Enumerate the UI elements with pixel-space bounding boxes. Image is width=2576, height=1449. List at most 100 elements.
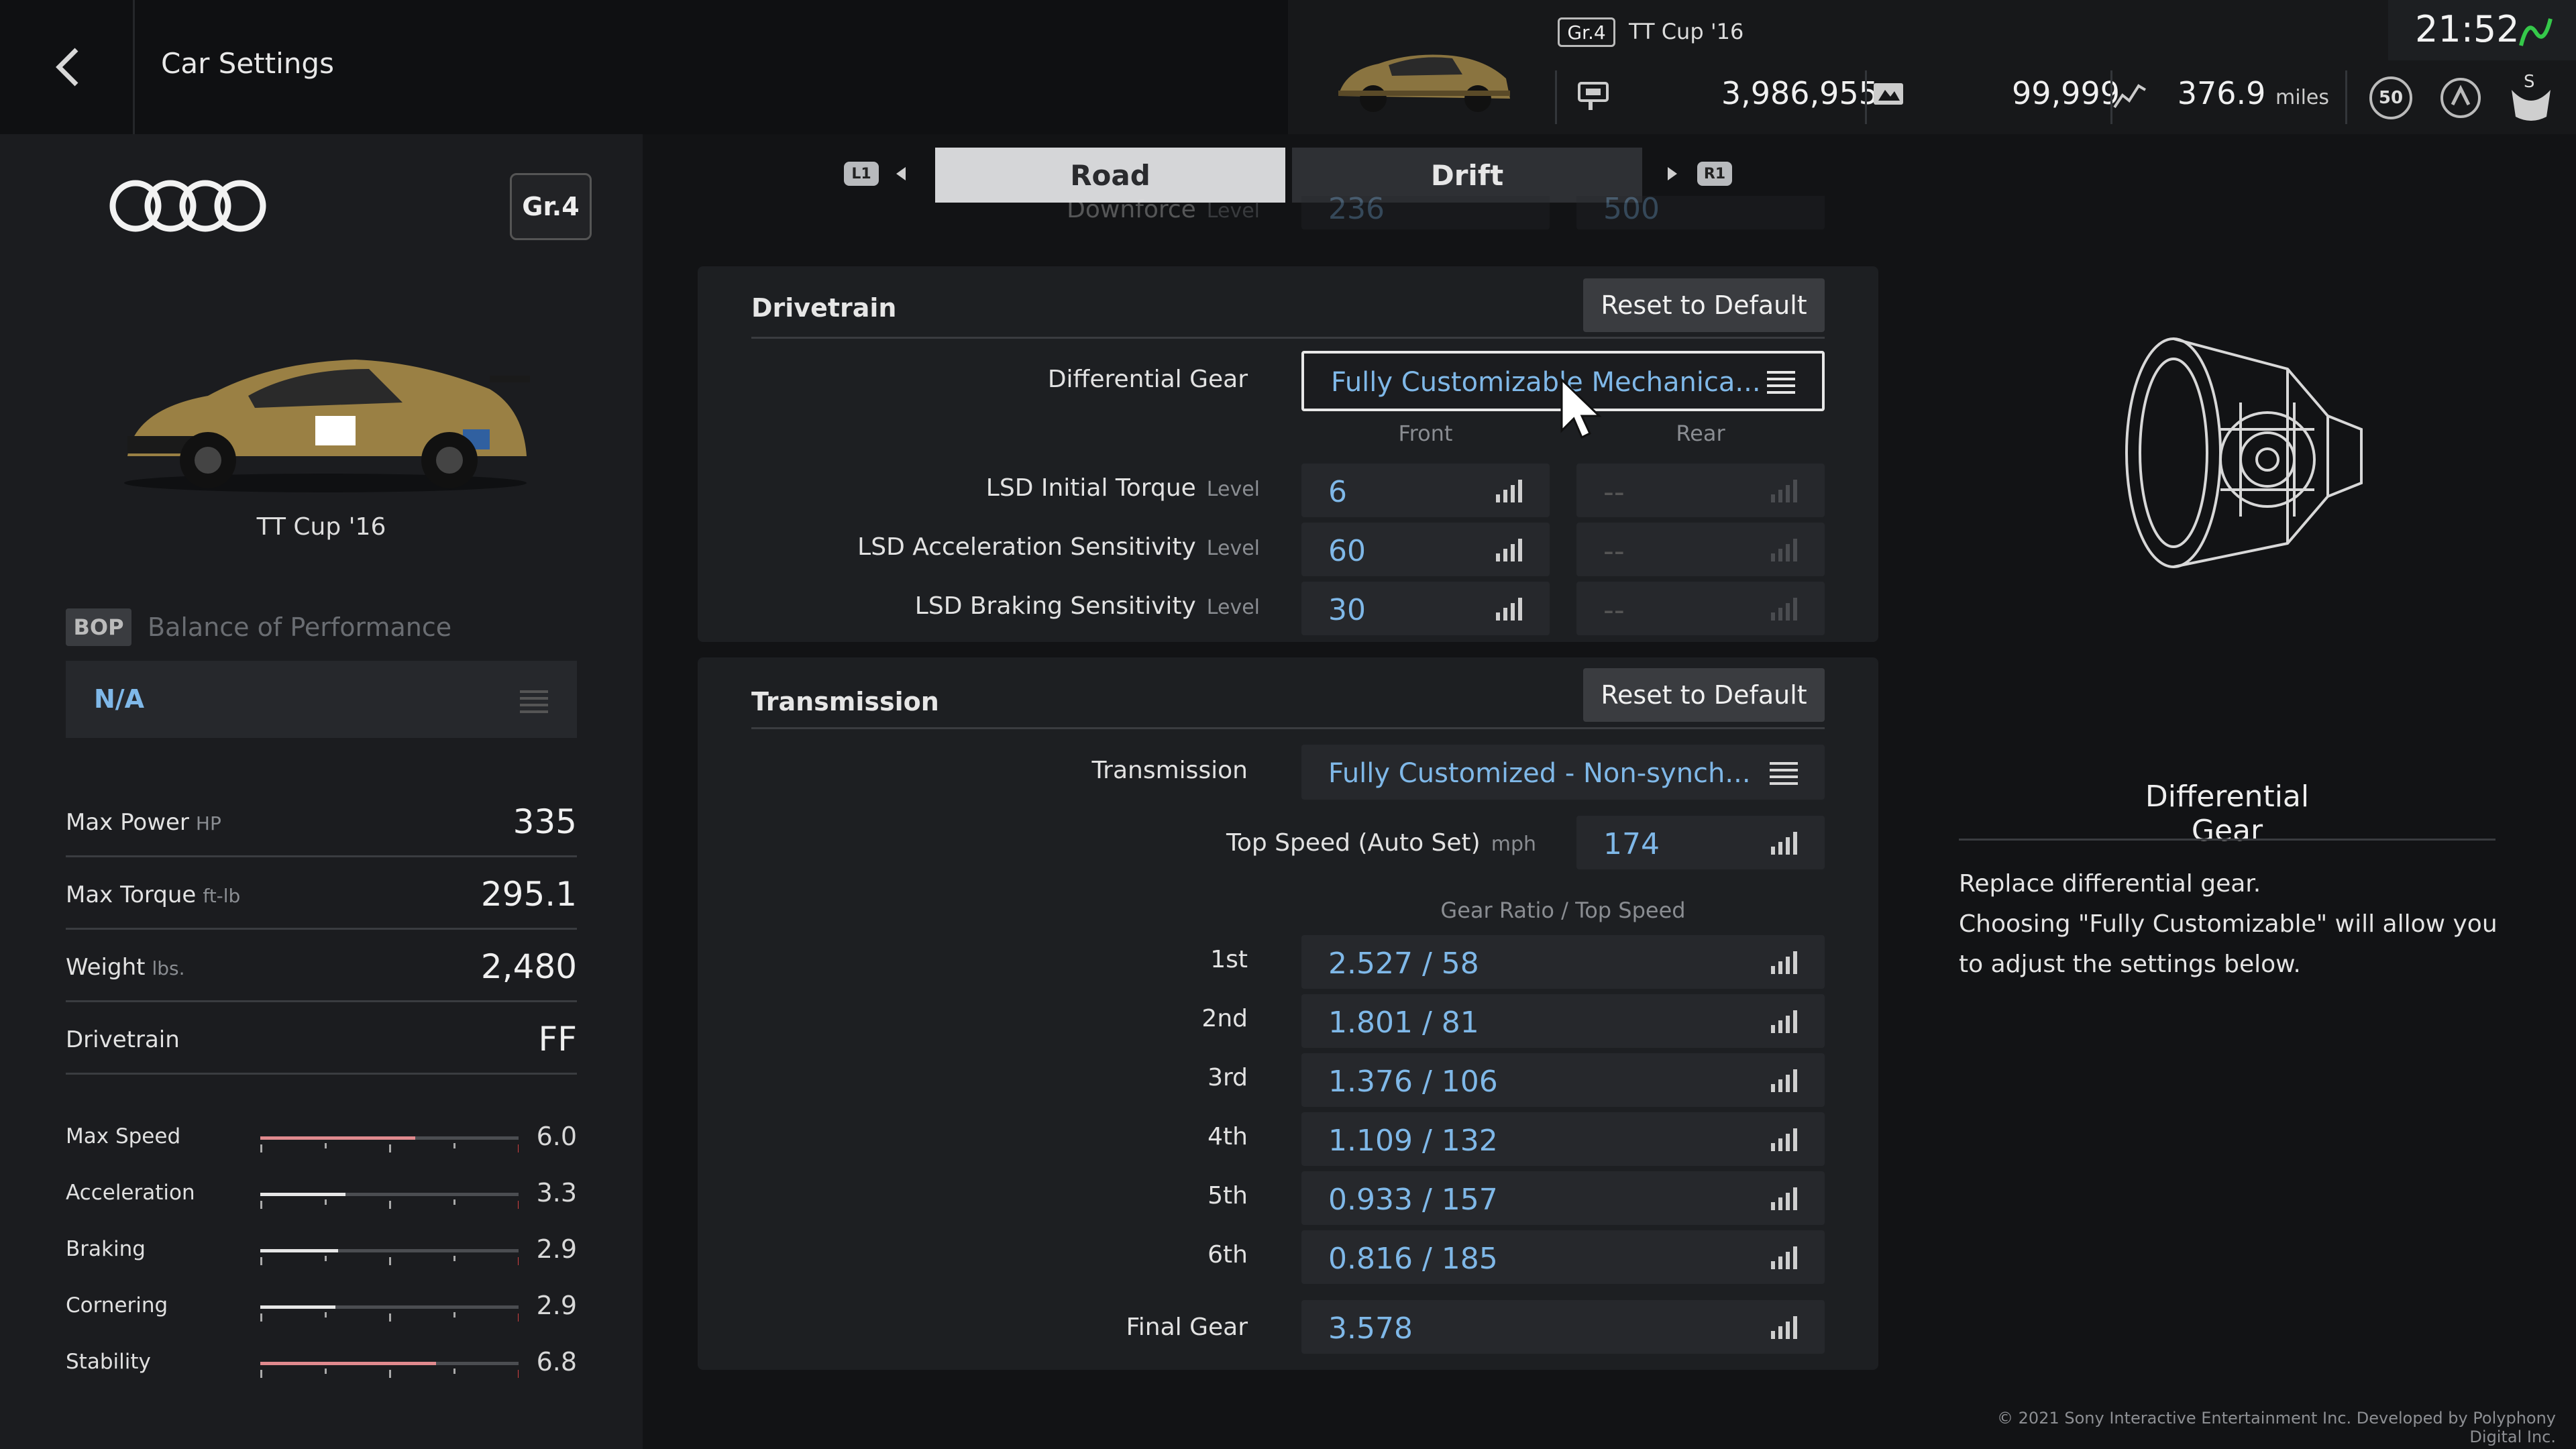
lsd-unit: Level (1206, 478, 1260, 501)
tab-drift[interactable]: Drift (1292, 148, 1642, 203)
bars-icon (1771, 1010, 1797, 1033)
top-speed-value: 174 (1603, 827, 1660, 861)
downforce-label: Downforce Level (698, 196, 1260, 223)
lsd-label: LSD Acceleration Sensitivity Level (698, 533, 1260, 561)
lsd-front-value: 60 (1328, 534, 1366, 568)
top-speed-field[interactable]: 174 (1576, 816, 1825, 869)
gear-ratio-field[interactable]: 2.527 / 58 (1301, 935, 1825, 989)
header-group-badge: Gr.4 (1558, 17, 1615, 47)
transmission-value: Fully Customized - Non-synch... (1328, 758, 1751, 789)
mouse-cursor-icon (1560, 377, 1602, 439)
downforce-front-value: 236 (1328, 196, 1385, 226)
gear-label: 1st (1210, 946, 1248, 973)
transmission-reset-button[interactable]: Reset to Default (1583, 668, 1825, 722)
performance-track (260, 1249, 519, 1252)
tab-next-arrow-icon[interactable] (1668, 167, 1677, 180)
bars-icon (1771, 598, 1797, 621)
performance-track (260, 1362, 519, 1365)
final-gear-field[interactable]: 3.578 (1301, 1300, 1825, 1354)
odometer-unit: miles (2275, 86, 2329, 109)
lsd-label-text: LSD Braking Sensitivity (914, 592, 1196, 620)
performance-value: 6.8 (536, 1347, 577, 1377)
tab-prev-arrow-icon[interactable] (896, 167, 906, 180)
performance-label: Stability (66, 1350, 151, 1374)
page-title: Car Settings (161, 47, 334, 80)
level-badge: 50 (2369, 76, 2412, 119)
mileage-points-value: 99,999 (2012, 75, 2120, 111)
spec-label-text: Drivetrain (66, 1026, 180, 1053)
gear-ratio-field[interactable]: 1.109 / 132 (1301, 1112, 1825, 1166)
top-speed-label: Top Speed (Auto Set) mph (698, 829, 1536, 857)
audi-logo-icon (109, 180, 266, 232)
lsd-rear-value: -- (1603, 475, 1625, 509)
lsd-rear-value: -- (1603, 593, 1625, 627)
lsd-front-field[interactable]: 6 (1301, 464, 1550, 517)
downforce-row: Downforce Level 236 500 (698, 196, 1878, 236)
bars-icon (1496, 539, 1522, 561)
lsd-front-field[interactable]: 30 (1301, 582, 1550, 635)
performance-track (260, 1305, 519, 1309)
l1-button-hint: L1 (844, 162, 879, 186)
gear-ratio-field[interactable]: 0.933 / 157 (1301, 1171, 1825, 1225)
downforce-rear-field: 500 (1576, 196, 1825, 229)
back-button[interactable] (27, 27, 107, 107)
lsd-rear-field: -- (1576, 523, 1825, 576)
bars-icon (1771, 539, 1797, 561)
car-name: TT Cup '16 (256, 513, 386, 541)
lsd-unit: Level (1206, 596, 1260, 619)
gear-label: 3rd (1208, 1064, 1248, 1091)
lsd-label-text: LSD Acceleration Sensitivity (857, 533, 1196, 561)
copyright: © 2021 Sony Interactive Entertainment In… (1997, 1409, 2556, 1446)
gear-label: 5th (1208, 1182, 1248, 1210)
performance-fill (260, 1136, 415, 1140)
lsd-front-field[interactable]: 60 (1301, 523, 1550, 576)
performance-row: Acceleration 3.3 (66, 1167, 577, 1224)
tab-road[interactable]: Road (935, 148, 1285, 203)
gear-ratio-value: 1.376 / 106 (1328, 1065, 1498, 1099)
spec-label: Max Power HP (66, 809, 221, 836)
clock: 21:52 (2415, 8, 2520, 50)
performance-label: Braking (66, 1237, 146, 1261)
performance-row: Stability 6.8 (66, 1336, 577, 1393)
header-separator (1865, 70, 1867, 124)
spec-row: Drivetrain FF (66, 1002, 577, 1075)
transmission-title: Transmission (751, 687, 939, 716)
spec-row: Max Torque ft-lb 295.1 (66, 857, 577, 930)
header-separator (2345, 70, 2347, 124)
gear-ratio-field[interactable]: 0.816 / 185 (1301, 1230, 1825, 1284)
performance-track (260, 1136, 519, 1140)
performance-row: Cornering 2.9 (66, 1280, 577, 1336)
drivetrain-reset-button[interactable]: Reset to Default (1583, 278, 1825, 332)
gear-ratio-field[interactable]: 1.376 / 106 (1301, 1053, 1825, 1107)
gear-label: 4th (1208, 1123, 1248, 1150)
info-line-2: Choosing "Fully Customizable" will allow… (1959, 910, 2498, 938)
lsd-label: LSD Initial Torque Level (698, 474, 1260, 502)
bars-icon (1496, 598, 1522, 621)
spec-value: 295.1 (480, 875, 577, 914)
performance-ticks (260, 1256, 519, 1265)
bars-icon (1771, 951, 1797, 974)
differential-gear-illustration (2125, 337, 2363, 568)
lsd-label: LSD Braking Sensitivity Level (698, 592, 1260, 620)
spec-unit: ft-lb (203, 885, 241, 907)
section-divider (751, 727, 1825, 729)
lsd-front-value: 30 (1328, 593, 1366, 627)
spec-label-text: Weight (66, 954, 146, 981)
spec-label: Drivetrain (66, 1026, 186, 1053)
downforce-unit: Level (1206, 199, 1260, 223)
header-car-image (1338, 54, 1510, 112)
odometer-value: 376.9 (2177, 75, 2266, 111)
mileage-points-icon (1874, 83, 1903, 105)
bars-icon (1771, 1187, 1797, 1210)
spec-unit: HP (195, 812, 221, 835)
performance-row: Braking 2.9 (66, 1224, 577, 1280)
transmission-select[interactable]: Fully Customized - Non-synch... (1301, 745, 1825, 800)
info-description: Replace differential gear. Choosing "Ful… (1959, 864, 2509, 985)
differential-gear-label: Differential Gear (1047, 366, 1248, 393)
menu-lines-icon (1770, 762, 1798, 785)
menu-lines-icon (520, 690, 548, 713)
gear-ratio-value: 2.527 / 58 (1328, 947, 1479, 981)
performance-fill (260, 1249, 338, 1252)
performance-track (260, 1193, 519, 1196)
gear-ratio-field[interactable]: 1.801 / 81 (1301, 994, 1825, 1048)
